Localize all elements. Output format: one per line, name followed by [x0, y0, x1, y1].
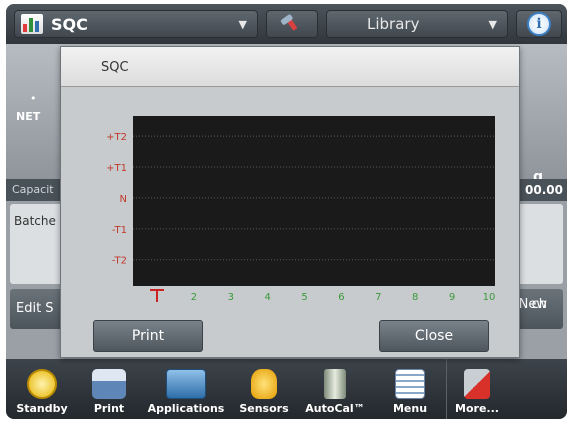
- applications-button[interactable]: Applications: [140, 359, 232, 419]
- top-bar: SQC ▼ Library ▼ i: [6, 4, 567, 44]
- chart-x-tick-label: 5: [301, 292, 307, 303]
- dialog-header: SQC: [61, 47, 519, 87]
- menu-list-icon: [395, 369, 425, 399]
- chart-x-tick-label: 10: [483, 292, 496, 303]
- chart-x-tick-label: 6: [338, 292, 344, 303]
- printer-icon: [92, 369, 126, 399]
- chart-x-tick-label: 8: [412, 292, 418, 303]
- chart-y-tick-label: N: [120, 194, 127, 205]
- more-label: More...: [455, 402, 499, 415]
- bottom-toolbar: Standby Print Applications Sensors AutoC…: [6, 359, 567, 419]
- settings-wrench-button[interactable]: [266, 10, 318, 38]
- dialog-print-button[interactable]: Print: [93, 320, 203, 352]
- hand-icon: [251, 369, 277, 399]
- power-icon: [27, 369, 57, 399]
- autocal-button[interactable]: AutoCal™: [296, 359, 374, 419]
- sensors-label: Sensors: [239, 402, 289, 415]
- sqc-chart: +T2 +T1 N -T1 -T2 2 3 4 5 6 7 8 9 10: [61, 88, 519, 303]
- bar-chart-icon: [21, 14, 43, 34]
- sqc-chart-svg: +T2 +T1 N -T1 -T2 2 3 4 5 6 7 8 9 10: [106, 116, 496, 303]
- capacity-value: 00.00: [525, 183, 563, 197]
- wrench-icon: [280, 14, 298, 31]
- chart-y-tick-label: -T1: [112, 225, 127, 236]
- chevron-down-icon: ▼: [238, 17, 247, 31]
- applications-icon: [166, 369, 206, 399]
- new-label-line2: ch: [531, 297, 547, 312]
- batch-label: Batche: [14, 214, 56, 228]
- chart-x-tick-label: 2: [191, 292, 197, 303]
- chart-x-tick-label: 3: [228, 292, 234, 303]
- chart-plot-area: [133, 116, 495, 286]
- capacity-label: Capacit: [12, 183, 54, 196]
- library-label: Library: [367, 15, 420, 33]
- print-toolbar-button[interactable]: Print: [78, 359, 140, 419]
- more-button[interactable]: More...: [446, 359, 507, 419]
- dialog-title: SQC: [101, 60, 129, 75]
- autocal-label: AutoCal™: [305, 402, 365, 415]
- chart-x-tick-label: 4: [264, 292, 270, 303]
- dialog-close-button[interactable]: Close: [379, 320, 489, 352]
- chart-y-tick-label: +T2: [106, 132, 127, 143]
- chevron-down-icon: ▼: [488, 17, 497, 31]
- menu-label: Menu: [392, 402, 428, 415]
- more-icon: [464, 369, 490, 399]
- standby-button[interactable]: Standby: [6, 359, 78, 419]
- chart-x-tick-label: 7: [375, 292, 381, 303]
- chart-x-tick-label: 9: [449, 292, 455, 303]
- balance-screen: SQC ▼ Library ▼ i • NET g Capacit 00.00 …: [6, 4, 567, 419]
- applications-label: Applications: [147, 402, 225, 415]
- chart-y-tick-label: +T1: [106, 163, 127, 174]
- chart-y-tick-label: -T2: [112, 256, 127, 267]
- standby-label: Standby: [16, 402, 68, 415]
- weight-cylinder-icon: [324, 369, 346, 399]
- edit-button-label: Edit S: [16, 301, 54, 316]
- print-label: Print: [93, 402, 125, 415]
- sqc-dialog: SQC +T2 +T1 N -T1 -T2 2 3 4 5 6 7 8 9 10 Print Close: [60, 46, 520, 358]
- net-label: NET: [16, 110, 41, 123]
- application-title: SQC: [51, 14, 88, 34]
- sensors-button[interactable]: Sensors: [232, 359, 296, 419]
- menu-button[interactable]: Menu: [374, 359, 446, 419]
- application-selector[interactable]: SQC ▼: [14, 10, 258, 38]
- library-selector[interactable]: Library ▼: [326, 10, 508, 38]
- info-icon: i: [527, 12, 551, 36]
- net-indicator-dot: •: [30, 92, 37, 105]
- info-button[interactable]: i: [516, 10, 562, 38]
